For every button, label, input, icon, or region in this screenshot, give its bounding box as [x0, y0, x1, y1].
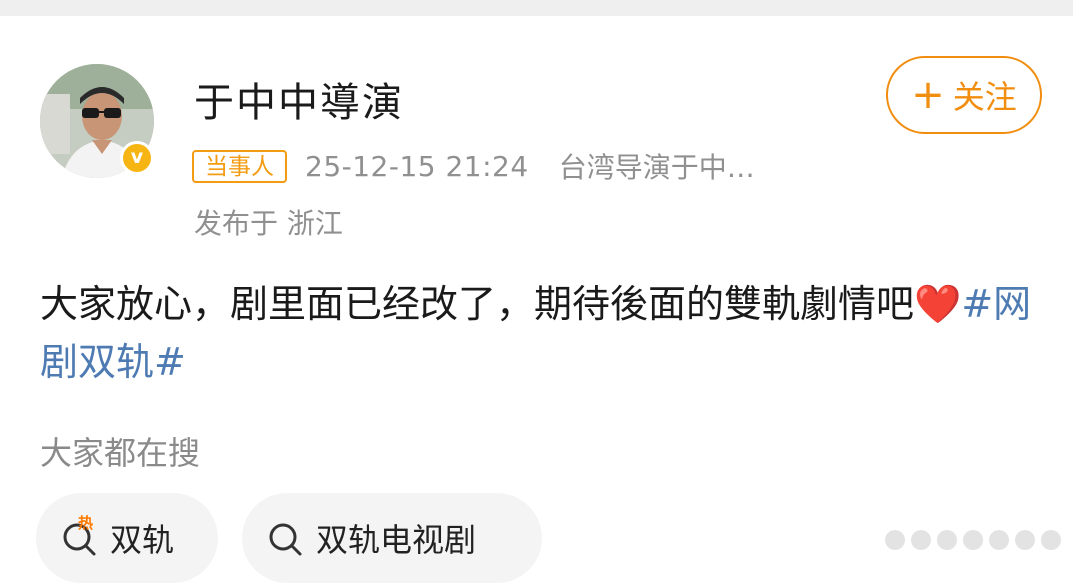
dot	[989, 530, 1009, 550]
follow-button[interactable]: + 关注	[886, 56, 1042, 134]
dot	[1041, 530, 1061, 550]
verified-badge-icon: v	[120, 141, 154, 175]
post-timestamp: 25-12-15 21:24	[305, 149, 529, 183]
trending-search-chips: 热 双轨 双轨电视剧	[36, 493, 542, 583]
post-text: 大家放心，剧里面已经改了，期待後面的雙軌劇情吧	[40, 282, 915, 326]
hot-search-icon: 热	[60, 514, 100, 558]
dot	[1015, 530, 1035, 550]
search-chip[interactable]: 双轨电视剧	[242, 493, 542, 583]
dot	[911, 530, 931, 550]
post-source[interactable]: 台湾导演于中…	[559, 146, 755, 186]
search-chip-label: 双轨	[110, 521, 175, 559]
trending-search-label: 大家都在搜	[40, 434, 201, 472]
post-content: 大家放心，剧里面已经改了，期待後面的雙軌劇情吧❤️#网剧双轨#	[40, 275, 1035, 391]
hot-tag: 热	[78, 514, 94, 532]
search-chip[interactable]: 热 双轨	[36, 493, 218, 583]
follow-label: 关注	[952, 78, 1017, 116]
plus-icon: +	[911, 72, 945, 118]
search-chip-label: 双轨电视剧	[316, 521, 477, 559]
heart-emoji-icon: ❤️	[914, 282, 962, 326]
top-bar	[0, 0, 1073, 16]
author-name[interactable]: 于中中導演	[194, 70, 404, 128]
dot	[937, 530, 957, 550]
post-meta: 当事人 25-12-15 21:24 台湾导演于中…	[192, 146, 755, 186]
watermark-dots	[885, 530, 1061, 550]
post-location: 发布于 浙江	[194, 207, 343, 240]
dot	[963, 530, 983, 550]
dot	[885, 530, 905, 550]
role-badge: 当事人	[192, 149, 287, 183]
search-icon	[266, 518, 306, 558]
